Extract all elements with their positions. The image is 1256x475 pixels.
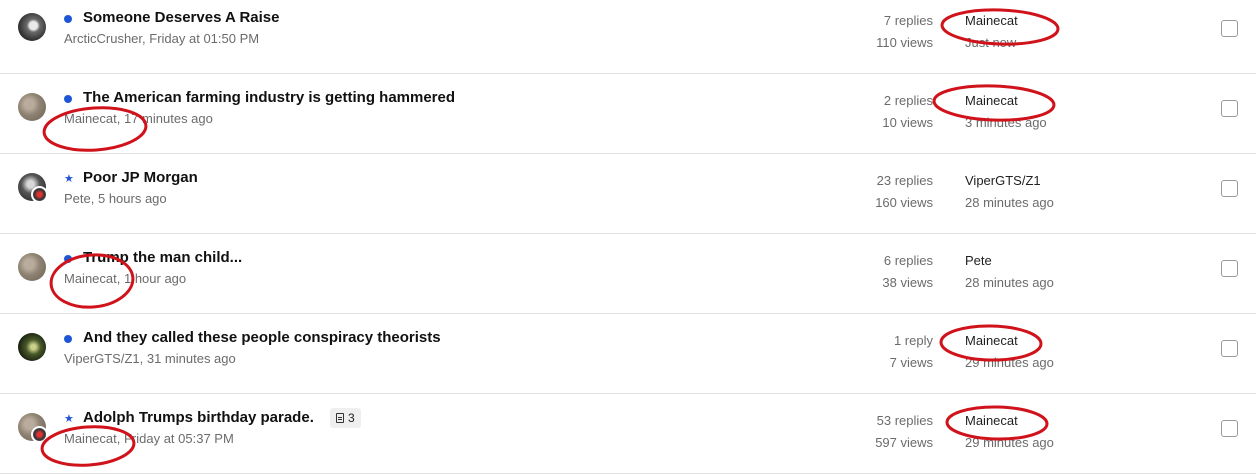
topic-title[interactable]: And they called these people conspiracy … bbox=[83, 329, 441, 346]
last-post: Pete 28 minutes ago bbox=[965, 250, 1054, 294]
reply-count: 23 replies bbox=[876, 173, 933, 188]
topic-meta: Mainecat, 17 minutes ago bbox=[64, 111, 213, 126]
avatar[interactable] bbox=[18, 93, 46, 121]
avatar[interactable] bbox=[18, 333, 46, 361]
topic-stats: 6 replies 38 views bbox=[882, 250, 933, 294]
attachment-count: 3 bbox=[348, 411, 355, 425]
last-post-time[interactable]: 28 minutes ago bbox=[965, 192, 1054, 214]
reply-count: 1 reply bbox=[893, 333, 933, 348]
last-poster-avatar[interactable] bbox=[31, 426, 48, 443]
last-post-time[interactable]: 29 minutes ago bbox=[965, 432, 1054, 454]
unread-dot-icon bbox=[64, 254, 74, 264]
last-post: Mainecat 3 minutes ago bbox=[965, 90, 1047, 134]
topic-meta: ViperGTS/Z1, 31 minutes ago bbox=[64, 351, 236, 366]
unread-dot-icon bbox=[64, 94, 74, 104]
topic-list: Someone Deserves A Raise ArcticCrusher, … bbox=[0, 0, 1256, 475]
author-avatar[interactable] bbox=[18, 413, 48, 443]
topic-author[interactable]: Mainecat bbox=[64, 111, 117, 126]
reply-count: 7 replies bbox=[883, 13, 933, 28]
topic-title[interactable]: Poor JP Morgan bbox=[83, 169, 198, 186]
topic-meta: Mainecat, Friday at 05:37 PM bbox=[64, 431, 234, 446]
topic-start-time: , Friday at 05:37 PM bbox=[116, 431, 234, 446]
topic-row[interactable]: And they called these people conspiracy … bbox=[0, 314, 1256, 394]
author-avatar[interactable] bbox=[18, 253, 46, 281]
topic-meta: ArcticCrusher, Friday at 01:50 PM bbox=[64, 31, 259, 46]
topic-stats: 53 replies 597 views bbox=[875, 410, 933, 454]
last-post: ViperGTS/Z1 28 minutes ago bbox=[965, 170, 1054, 214]
reply-count: 2 replies bbox=[883, 93, 933, 108]
topic-row[interactable]: The American farming industry is getting… bbox=[0, 74, 1256, 154]
view-count: 38 views bbox=[882, 275, 933, 290]
topic-author[interactable]: ArcticCrusher bbox=[64, 31, 142, 46]
last-poster[interactable]: Mainecat bbox=[965, 330, 1054, 352]
topic-start-time: , Friday at 01:50 PM bbox=[142, 31, 260, 46]
topic-author[interactable]: ViperGTS/Z1 bbox=[64, 351, 140, 366]
view-count: 597 views bbox=[875, 435, 933, 450]
author-avatar[interactable] bbox=[18, 333, 46, 361]
avatar[interactable] bbox=[18, 253, 46, 281]
last-post-time[interactable]: Just now bbox=[965, 32, 1018, 54]
topic-stats: 2 replies 10 views bbox=[882, 90, 933, 134]
topic-stats: 7 replies 110 views bbox=[876, 10, 933, 54]
topic-start-time: , 1 hour ago bbox=[116, 271, 187, 286]
reply-count: 6 replies bbox=[883, 253, 933, 268]
star-icon: ★ bbox=[64, 413, 74, 425]
author-avatar[interactable] bbox=[18, 173, 48, 203]
last-post-time[interactable]: 3 minutes ago bbox=[965, 112, 1047, 134]
last-post: Mainecat 29 minutes ago bbox=[965, 330, 1054, 374]
topic-author[interactable]: Pete bbox=[64, 191, 91, 206]
topic-row[interactable]: Someone Deserves A Raise ArcticCrusher, … bbox=[0, 0, 1256, 74]
view-count: 110 views bbox=[876, 35, 933, 50]
select-checkbox[interactable] bbox=[1221, 100, 1238, 117]
topic-stats: 23 replies 160 views bbox=[875, 170, 933, 214]
topic-row[interactable]: ★ Poor JP Morgan Pete, 5 hours ago 23 re… bbox=[0, 154, 1256, 234]
last-post-time[interactable]: 28 minutes ago bbox=[965, 272, 1054, 294]
star-icon: ★ bbox=[64, 173, 74, 185]
topic-title[interactable]: Trump the man child... bbox=[83, 249, 242, 266]
last-post-time[interactable]: 29 minutes ago bbox=[965, 352, 1054, 374]
select-checkbox[interactable] bbox=[1221, 340, 1238, 357]
topic-title[interactable]: Someone Deserves A Raise bbox=[83, 9, 280, 26]
select-checkbox[interactable] bbox=[1221, 180, 1238, 197]
view-count: 10 views bbox=[882, 115, 933, 130]
document-icon bbox=[336, 413, 344, 423]
last-poster[interactable]: Mainecat bbox=[965, 90, 1047, 112]
last-poster[interactable]: Pete bbox=[965, 250, 1054, 272]
last-poster-avatar[interactable] bbox=[31, 186, 48, 203]
author-avatar[interactable] bbox=[18, 13, 46, 41]
topic-stats: 1 reply 7 views bbox=[890, 330, 933, 374]
topic-title[interactable]: Adolph Trumps birthday parade. bbox=[83, 409, 314, 426]
topic-author[interactable]: Mainecat bbox=[64, 271, 117, 286]
unread-dot-icon bbox=[64, 14, 74, 24]
last-poster[interactable]: Mainecat bbox=[965, 10, 1018, 32]
topic-meta: Mainecat, 1 hour ago bbox=[64, 271, 186, 286]
topic-row[interactable]: Trump the man child... Mainecat, 1 hour … bbox=[0, 234, 1256, 314]
select-checkbox[interactable] bbox=[1221, 260, 1238, 277]
topic-author[interactable]: Mainecat bbox=[64, 431, 117, 446]
last-poster[interactable]: Mainecat bbox=[965, 410, 1054, 432]
select-checkbox[interactable] bbox=[1221, 420, 1238, 437]
view-count: 160 views bbox=[875, 195, 933, 210]
topic-meta: Pete, 5 hours ago bbox=[64, 191, 167, 206]
author-avatar[interactable] bbox=[18, 93, 46, 121]
topic-title[interactable]: The American farming industry is getting… bbox=[83, 89, 455, 106]
reply-count: 53 replies bbox=[876, 413, 933, 428]
unread-dot-icon bbox=[64, 334, 74, 344]
last-poster[interactable]: ViperGTS/Z1 bbox=[965, 170, 1054, 192]
topic-start-time: , 5 hours ago bbox=[90, 191, 167, 206]
view-count: 7 views bbox=[889, 355, 933, 370]
last-post: Mainecat Just now bbox=[965, 10, 1018, 54]
topic-start-time: , 17 minutes ago bbox=[116, 111, 213, 126]
last-post: Mainecat 29 minutes ago bbox=[965, 410, 1054, 454]
select-checkbox[interactable] bbox=[1221, 20, 1238, 37]
topic-start-time: , 31 minutes ago bbox=[139, 351, 236, 366]
attachment-badge: 3 bbox=[330, 408, 361, 428]
topic-row[interactable]: ★ Adolph Trumps birthday parade. 3 Maine… bbox=[0, 394, 1256, 474]
avatar[interactable] bbox=[18, 13, 46, 41]
